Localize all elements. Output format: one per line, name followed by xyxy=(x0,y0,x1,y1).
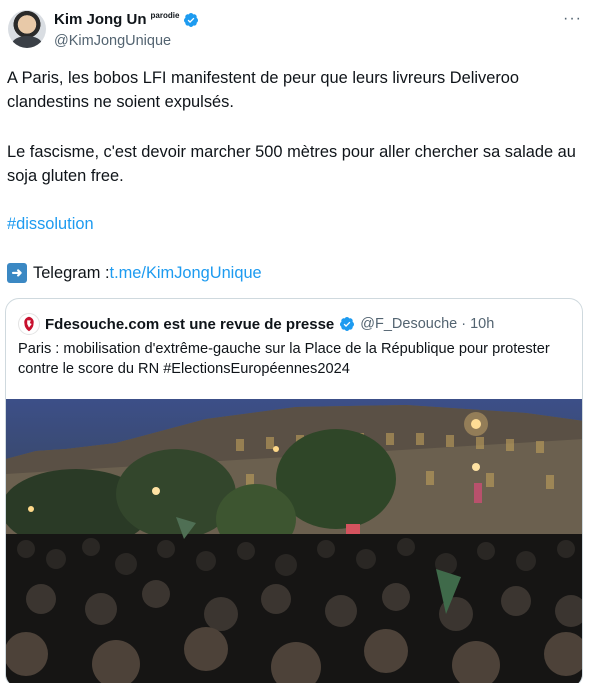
more-options-icon[interactable]: ··· xyxy=(563,10,582,28)
quote-text: Paris : mobilisation d'extrême-gauche su… xyxy=(18,341,550,377)
avatar[interactable] xyxy=(8,10,46,48)
hashtag-link[interactable]: #dissolution xyxy=(7,212,591,236)
right-arrow-icon: ➜ xyxy=(7,263,27,283)
quote-verified-badge-icon xyxy=(340,317,355,331)
author-row: Kim Jong Un parodie xyxy=(54,11,199,28)
quote-handle-time[interactable]: @F_Desouche · 10h xyxy=(360,316,494,332)
tweet: Kim Jong Un parodie @KimJongUnique ··· A… xyxy=(0,0,598,683)
rooster-logo-icon xyxy=(24,316,34,332)
quote-avatar[interactable] xyxy=(18,313,40,335)
telegram-line: ➜ Telegram : t.me/KimJongUnique xyxy=(7,261,591,285)
telegram-label: Telegram : xyxy=(33,264,110,282)
parody-label: parodie xyxy=(150,11,180,20)
crowd-photo-illustration xyxy=(6,405,582,683)
tweet-paragraph-2: Le fascisme, c'est devoir marcher 500 mè… xyxy=(7,143,576,185)
author-handle[interactable]: @KimJongUnique xyxy=(54,33,171,49)
crowd-photo[interactable] xyxy=(6,399,582,683)
quoted-tweet[interactable]: Fdesouche.com est une revue de presse @F… xyxy=(5,298,583,683)
quote-author-name[interactable]: Fdesouche.com est une revue de presse xyxy=(45,316,334,333)
quote-header: Fdesouche.com est une revue de presse @F… xyxy=(18,313,494,335)
verified-badge-icon xyxy=(184,12,199,27)
author-name[interactable]: Kim Jong Un xyxy=(54,11,147,28)
telegram-link[interactable]: t.me/KimJongUnique xyxy=(110,261,262,285)
tweet-paragraph-1: A Paris, les bobos LFI manifestent de pe… xyxy=(7,69,520,111)
